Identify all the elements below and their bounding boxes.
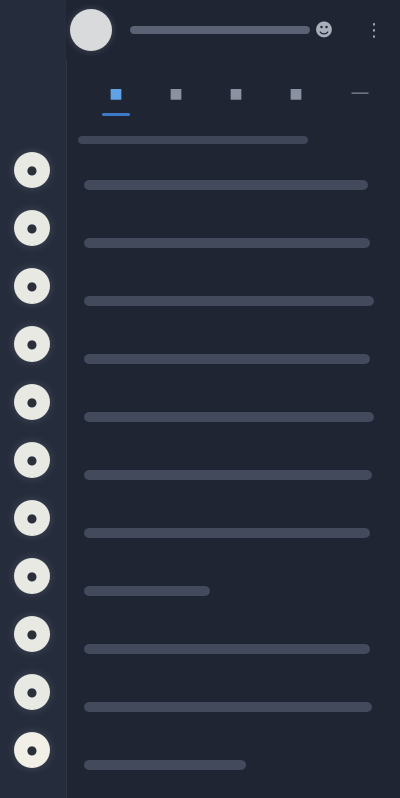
list-header-placeholder [78, 136, 308, 144]
list-item[interactable] [66, 158, 400, 208]
list-item[interactable] [66, 332, 400, 382]
avatar-icon: ● [26, 337, 38, 351]
avatar-icon: ● [26, 685, 38, 699]
rail-item-10[interactable]: ● [14, 674, 50, 710]
list-item[interactable] [66, 564, 400, 614]
list-item[interactable] [66, 274, 400, 324]
rail-item-8[interactable]: ● [14, 558, 50, 594]
list-item[interactable] [66, 448, 400, 498]
tab-bar: ■ ■ ■ ■ ── [66, 62, 400, 118]
menu-icon[interactable]: ⋮ [362, 18, 386, 42]
contacts-icon: ■ [169, 86, 183, 102]
avatar-icon: ● [26, 453, 38, 467]
chat-icon: ■ [109, 86, 123, 102]
tab-calls[interactable]: ■ [216, 80, 256, 108]
avatar-icon: ● [26, 163, 38, 177]
header: ☻ ⋮ [66, 0, 400, 60]
list-item[interactable] [66, 622, 400, 672]
more-icon: ── [351, 86, 369, 102]
rail-item-11[interactable]: ● [14, 732, 50, 768]
avatar-icon: ● [26, 627, 38, 641]
list-header [78, 132, 368, 148]
list-item-placeholder [84, 238, 370, 248]
rail-item-5[interactable]: ● [14, 384, 50, 420]
calls-icon: ■ [229, 86, 243, 102]
rail-item-4[interactable]: ● [14, 326, 50, 362]
list-item[interactable] [66, 506, 400, 556]
avatar-icon: ● [26, 511, 38, 525]
list-item-placeholder [84, 760, 246, 770]
list-item[interactable] [66, 390, 400, 440]
rail-item-6[interactable]: ● [14, 442, 50, 478]
list-item-placeholder [84, 586, 210, 596]
tab-more[interactable]: ── [328, 80, 392, 108]
avatar-icon: ● [26, 569, 38, 583]
list-item[interactable] [66, 680, 400, 730]
avatar-icon: ● [26, 743, 38, 757]
rail-item-1[interactable]: ● [14, 152, 50, 188]
group-icon[interactable]: ☻ [312, 18, 336, 42]
avatar-icon: ● [26, 395, 38, 409]
tab-contacts[interactable]: ■ [156, 80, 196, 108]
list-item-placeholder [84, 528, 370, 538]
list-item-placeholder [84, 296, 374, 306]
rail-item-3[interactable]: ● [14, 268, 50, 304]
header-title-placeholder [130, 26, 310, 34]
list-item-placeholder [84, 702, 372, 712]
header-title [130, 20, 330, 40]
rail-item-7[interactable]: ● [14, 500, 50, 536]
list-item-placeholder [84, 412, 374, 422]
star-icon: ■ [289, 86, 303, 102]
profile-avatar[interactable] [70, 9, 112, 51]
list-item-placeholder [84, 470, 372, 480]
list-item[interactable] [66, 216, 400, 266]
list-item-placeholder [84, 644, 370, 654]
rail-item-9[interactable]: ● [14, 616, 50, 652]
avatar-icon: ● [26, 221, 38, 235]
avatar-icon: ● [26, 279, 38, 293]
left-rail: ● ● ● ● ● ● ● ● ● ● ● [0, 0, 67, 798]
rail-item-2[interactable]: ● [14, 210, 50, 246]
tab-chats[interactable]: ■ [96, 80, 136, 116]
list-item-placeholder [84, 354, 370, 364]
app-window: ● ● ● ● ● ● ● ● ● ● ● ☻ ⋮ ■ ■ ■ ■ ── [0, 0, 400, 798]
list-item[interactable] [66, 738, 400, 788]
tab-favorites[interactable]: ■ [276, 80, 316, 108]
list-item-placeholder [84, 180, 368, 190]
